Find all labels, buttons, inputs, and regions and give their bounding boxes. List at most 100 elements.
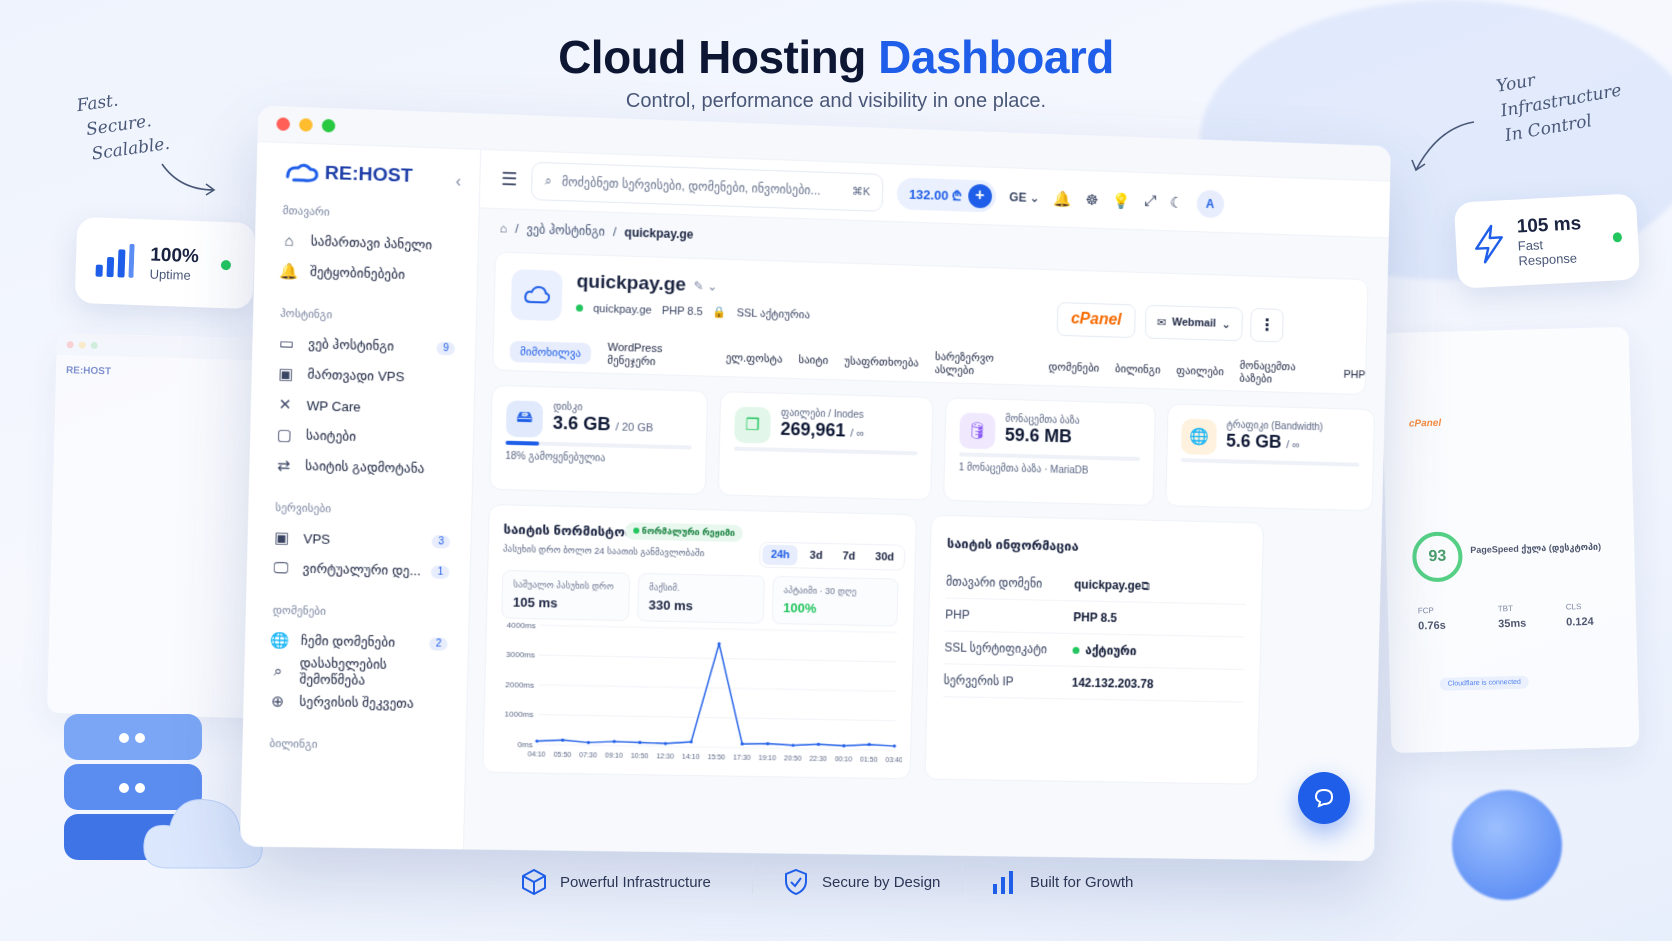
data-point [717,642,720,645]
moon-icon[interactable]: ☾ [1169,193,1183,211]
sidebar-item[interactable]: ▢ საიტები [266,419,457,454]
monitor-icon: 🖵 [271,559,290,577]
wrench-icon: ✕ [276,395,295,414]
sidebar-item[interactable]: ▣ VPS 3 [264,522,455,557]
bar-chart-icon [93,243,134,280]
breadcrumb-parent[interactable]: ვებ ჰოსტინგი [527,222,606,239]
count-badge: 3 [432,535,450,549]
edit-icon[interactable]: ✎ ⌄ [694,279,718,294]
hero-subtitle: Control, performance and visibility in o… [0,90,1672,113]
collapse-sidebar-icon[interactable]: ‹ [455,173,461,191]
range-option[interactable]: 24h [763,545,798,566]
sidebar-item[interactable]: ✕ WP Care [267,389,458,425]
range-option[interactable]: 3d [802,545,831,566]
globe-icon: 🌐 [1181,419,1217,455]
response-time-chart: 4000ms 3000ms 2000ms 1000ms 0ms 04:10 05:50 07:… [487,618,905,774]
site-tab[interactable]: საიტი [798,353,828,367]
grid-line [538,715,895,721]
language-select[interactable]: GE ⌄ [1009,190,1040,205]
add-funds-button[interactable]: + [968,183,992,208]
sidebar-item[interactable]: 🖵 ვირტუალური დე... 1 [263,553,454,588]
feature-secure: Secure by Design [782,868,940,896]
status-stat-label: მაქსიმ. [649,582,754,595]
data-point [587,741,590,744]
fullscreen-icon[interactable]: ⤢ [1144,193,1156,210]
x-tick-label: 14:10 [682,754,700,761]
site-tab[interactable]: ელ.ფოსტა [726,351,783,366]
sidebar-item[interactable]: ⇄ საიტის გადმოტანა [266,450,457,485]
lightbulb-icon[interactable]: 💡 [1112,191,1131,209]
chat-button[interactable] [1298,772,1350,824]
site-subdomain: quickpay.ge [593,302,652,316]
php-version: PHP 8.5 [662,304,703,317]
x-tick-label: 07:30 [579,752,597,759]
ghost-cpanel-logo: cPanel [1409,418,1442,430]
cpanel-button[interactable]: cPanel [1057,302,1136,338]
y-tick-label: 3000ms [506,650,535,660]
uptime-card: 100% Uptime [75,217,256,309]
grid-line [538,685,895,691]
minimize-button[interactable] [299,118,313,132]
support-icon[interactable]: ☸ [1085,190,1099,208]
range-option[interactable]: 30d [867,547,902,568]
rehost-logo[interactable]: RE:HOST [283,161,463,189]
home-icon[interactable]: ⌂ [499,221,507,235]
balance-pill[interactable]: 132.00 ₾ + [897,177,996,212]
bell-icon[interactable]: 🔔 [1053,189,1072,207]
tagline-left: Fast. Secure. Scalable. [75,82,171,168]
cloudflare-badge: Cloudflare is connected [1440,676,1529,691]
chevron-down-icon: ⌄ [1222,317,1231,330]
status-stat-value: 105 ms [513,594,619,611]
cls-label: CLS [1566,602,1582,611]
data-point [561,738,564,741]
sidebar-item[interactable]: 🌐 ჩემი დომენები 2 [261,625,452,659]
fcp-label: FCP [1418,606,1434,615]
active-dot [1072,646,1079,653]
close-button[interactable] [276,117,290,131]
pagespeed-score: 93 [1412,531,1463,582]
site-tab[interactable]: სარეზერვო ასლები [934,350,1033,379]
range-option[interactable]: 7d [834,546,863,567]
metric-card: 🖴 დისკი 3.6 GB / 20 GB 18% გამოყენებულია [489,385,708,495]
sidebar-item[interactable]: 🔔 შეტყობინებები [270,256,461,292]
files-icon: ❐ [734,407,771,444]
fcp-value: 0.76s [1418,620,1446,633]
site-tab[interactable]: WordPress მენეჯერი [607,341,710,369]
site-tab[interactable]: დომენები [1048,360,1099,374]
data-point [741,742,744,745]
cube-icon [520,868,548,896]
site-tab[interactable]: მონაცემთა ბაზები [1239,359,1328,387]
site-tab[interactable]: მიმოხილვა [510,340,592,364]
uptime-value: 100% [150,244,199,268]
site-tab[interactable]: PHP [1343,369,1365,381]
copy-icon[interactable]: ⧉ [1141,578,1150,593]
data-point [791,744,794,747]
webmail-button[interactable]: ✉ Webmail ⌄ [1145,305,1243,342]
site-tab[interactable]: ბილინგი [1115,362,1161,376]
folder-icon: ▢ [275,426,294,445]
grid-line [540,625,897,632]
search-shortcut: ⌘K [852,185,871,199]
maximize-button[interactable] [322,119,336,133]
avatar[interactable]: A [1196,189,1224,218]
menu-icon[interactable]: ☰ [501,169,518,191]
transfer-icon: ⇄ [274,456,293,475]
balance-value: 132.00 ₾ [909,184,962,204]
search-input[interactable]: ⌕ მოძებნეთ სერვისები, დომენები, ინვოისებ… [531,161,884,211]
server-icon: ▭ [277,334,296,353]
more-options-button[interactable]: ⋮ [1250,308,1284,343]
sidebar-item[interactable]: ⊕ სერვისის შეკვეთა [260,686,451,720]
sidebar-item[interactable]: ⌕ დასახელების შემოწმება [261,655,452,689]
site-info-card: საიტის ინფორმაცია მთავარი დომენი quickpay… [924,515,1264,785]
site-tab[interactable]: უსაფრთხოება [844,354,919,369]
metric-sub: 18% გამოყენებულია [505,451,691,467]
status-stat-label: საშუალო პასუხის დრო [513,579,619,592]
tbt-label: TBT [1498,604,1513,613]
site-tab[interactable]: ფაილები [1176,364,1224,378]
sidebar-item-label: ჩემი დომენები [301,633,396,651]
pagespeed-label: PageSpeed ქულა (დესკტოპი) [1470,542,1601,556]
status-stat-value: 330 ms [648,597,753,614]
response-label: Fast Response [1517,234,1600,268]
x-tick-label: 10:50 [631,753,649,760]
shield-check-icon [782,868,810,896]
